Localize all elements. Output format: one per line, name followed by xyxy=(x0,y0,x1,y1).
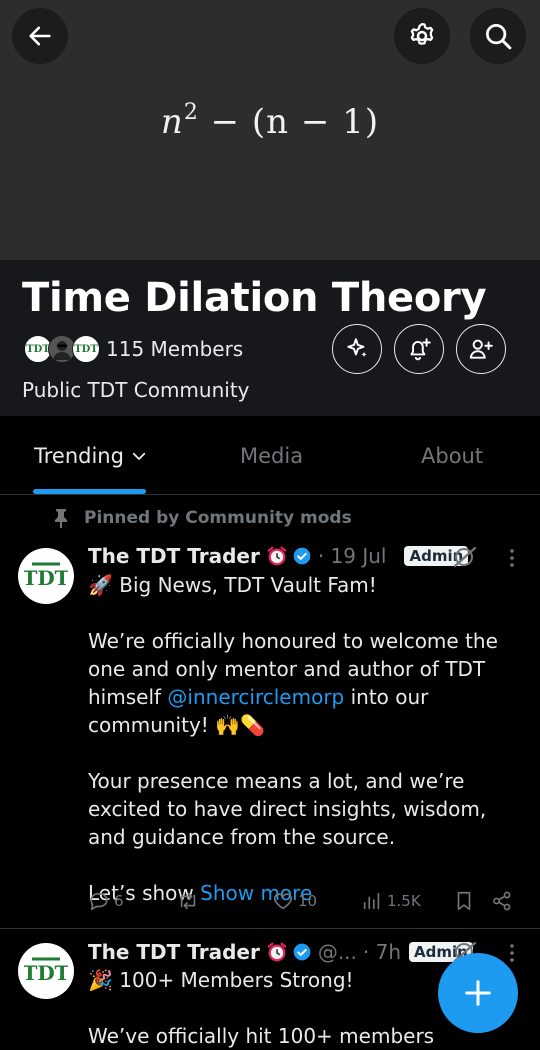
post-avatar[interactable]: TDT xyxy=(18,943,74,999)
tab-trending[interactable]: Trending xyxy=(34,444,148,468)
compose-post-button[interactable] xyxy=(438,953,518,1033)
bell-plus-icon xyxy=(410,338,431,361)
views-icon xyxy=(363,892,380,910)
more-vertical-icon[interactable] xyxy=(505,943,519,963)
post-paragraph: Your presence means a lot, and we’re exc… xyxy=(88,769,487,849)
chevron-down-icon xyxy=(132,452,146,460)
repost-button[interactable] xyxy=(176,890,200,912)
community-tabs: Trending Media About xyxy=(0,416,540,495)
back-arrow-icon xyxy=(29,26,51,46)
post-actions: 6 10 1.5K xyxy=(88,890,528,916)
verified-badge-icon xyxy=(293,547,311,565)
pinned-text: Pinned by Community mods xyxy=(84,508,352,528)
community-title: Time Dilation Theory xyxy=(22,275,487,321)
post-header: The TDT Trader @... · 7h Admin xyxy=(88,940,473,964)
post-time[interactable]: · 19 Jul xyxy=(318,544,387,568)
post-paragraph: We’re officially honoured to welcome the… xyxy=(88,629,498,737)
search-icon xyxy=(486,24,512,50)
tdt-logo-icon: TDT xyxy=(24,957,68,985)
tab-media[interactable]: Media xyxy=(240,444,303,468)
reply-button[interactable]: 6 xyxy=(88,890,124,912)
views-button[interactable]: 1.5K xyxy=(361,890,421,912)
post-author[interactable]: The TDT Trader xyxy=(88,544,260,568)
alarm-clock-icon xyxy=(267,942,287,962)
back-button[interactable] xyxy=(12,8,68,64)
tab-about[interactable]: About xyxy=(421,444,483,468)
rocket-icon: 🚀 xyxy=(88,573,113,597)
repost-icon xyxy=(180,892,196,910)
community-type: Public TDT Community xyxy=(22,378,250,402)
share-button[interactable] xyxy=(491,890,513,912)
verified-badge-icon xyxy=(293,943,311,961)
like-icon xyxy=(273,893,293,910)
add-person-icon xyxy=(469,339,493,359)
notifications-button[interactable] xyxy=(394,324,444,374)
member-avatars[interactable]: TDT TDT xyxy=(24,335,102,363)
post-author[interactable]: The TDT Trader xyxy=(88,940,260,964)
like-button[interactable]: 10 xyxy=(272,890,317,912)
alarm-clock-icon xyxy=(267,546,287,566)
post-handle[interactable]: @... xyxy=(318,940,357,964)
reply-icon xyxy=(90,892,108,911)
svg-text:TDT: TDT xyxy=(24,566,68,590)
post-time[interactable]: · 7h xyxy=(363,940,401,964)
bookmark-icon xyxy=(457,891,471,911)
explore-button[interactable] xyxy=(332,324,382,374)
tdt-logo-icon: TDT xyxy=(24,562,68,590)
person-avatar-icon xyxy=(53,341,71,360)
settings-gear-icon xyxy=(410,23,434,45)
mention-link[interactable]: @innercirclemorp xyxy=(167,685,344,709)
search-button[interactable] xyxy=(470,8,526,64)
avatar: TDT xyxy=(72,335,100,363)
more-vertical-icon[interactable] xyxy=(505,548,519,568)
pin-icon xyxy=(55,509,67,528)
post-divider xyxy=(0,928,540,929)
share-icon xyxy=(493,891,511,911)
post-header: The TDT Trader · 19 Jul Admin xyxy=(88,544,469,568)
settings-button[interactable] xyxy=(394,8,450,64)
party-popper-icon: 🎉 xyxy=(88,968,113,992)
post-headline: 🚀 Big News, TDT Vault Fam! xyxy=(88,573,377,597)
sparkle-icon xyxy=(347,338,367,358)
pinned-label: Pinned by Community mods xyxy=(52,508,352,528)
invite-button[interactable] xyxy=(456,324,506,374)
svg-text:TDT: TDT xyxy=(24,961,68,985)
post-content[interactable]: 🚀 Big News, TDT Vault Fam! We’re officia… xyxy=(88,571,528,907)
plus-icon xyxy=(465,980,491,1006)
post-avatar[interactable]: TDT xyxy=(18,548,74,604)
banner-formula: n2 − (n − 1) xyxy=(160,100,380,142)
member-count[interactable]: 115 Members xyxy=(106,337,243,361)
active-tab-indicator xyxy=(33,489,146,494)
grok-slash-icon[interactable] xyxy=(452,545,478,569)
bookmark-button[interactable] xyxy=(453,890,475,912)
